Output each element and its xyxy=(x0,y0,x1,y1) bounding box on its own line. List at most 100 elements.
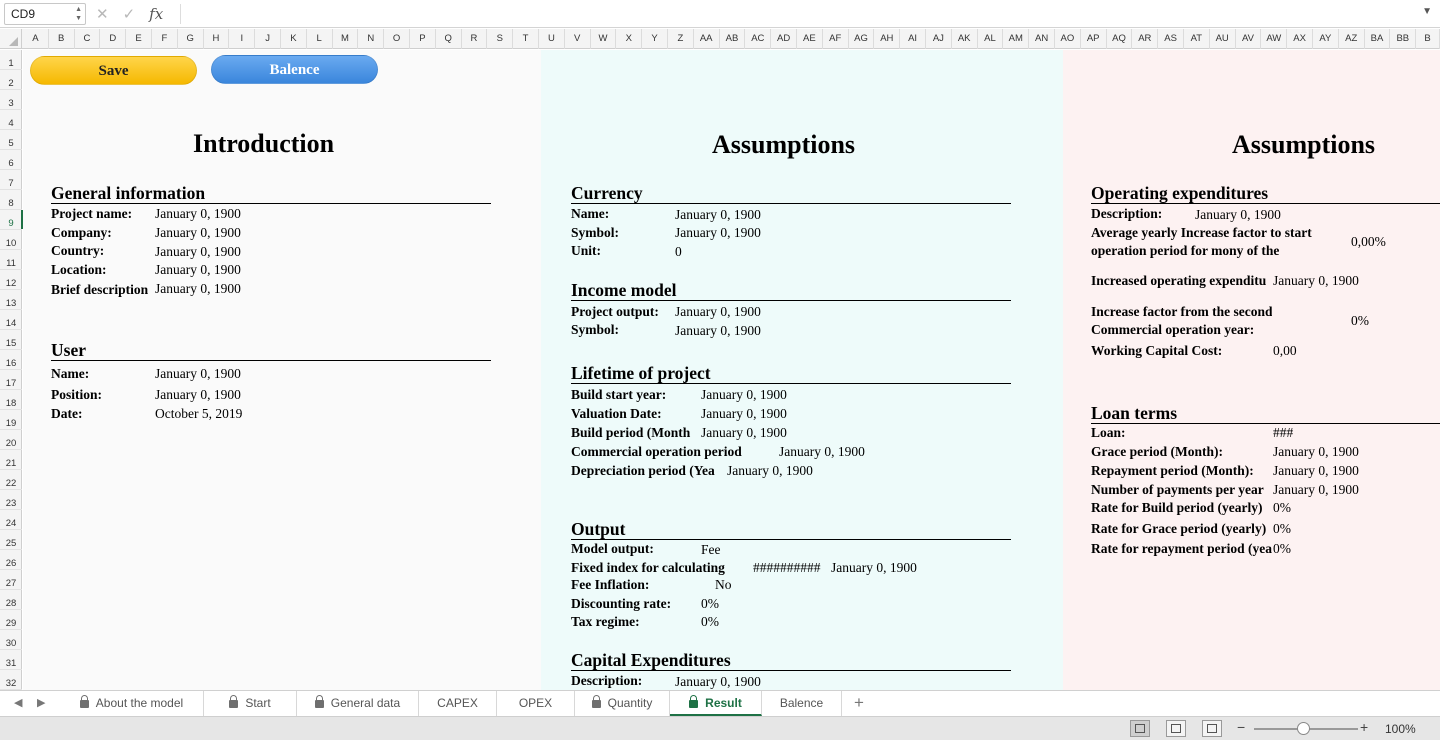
capex-description-value[interactable]: January 0, 1900 xyxy=(675,674,761,690)
sheet-grid[interactable]: Save Balence Introduction General inform… xyxy=(23,50,1440,690)
fixed-index-date[interactable]: January 0, 1900 xyxy=(831,560,917,576)
tab-opex[interactable]: OPEX xyxy=(497,691,575,716)
grace-period-rate-value[interactable]: 0% xyxy=(1273,521,1291,537)
column-header-cell[interactable]: AT xyxy=(1184,29,1210,49)
column-header-cell[interactable]: AB xyxy=(720,29,746,49)
column-header-cell[interactable]: B xyxy=(1416,29,1440,49)
row-header-cell[interactable]: 21 xyxy=(0,450,22,470)
row-header-cell[interactable]: 25 xyxy=(0,530,22,550)
column-header-cell[interactable]: AJ xyxy=(926,29,952,49)
column-header-cell[interactable]: AG xyxy=(849,29,875,49)
user-name-value[interactable]: January 0, 1900 xyxy=(155,366,241,382)
row-header-cell[interactable]: 12 xyxy=(0,270,22,290)
confirm-icon[interactable]: ✓ xyxy=(123,5,136,23)
location-value[interactable]: January 0, 1900 xyxy=(155,262,241,278)
page-layout-view-icon[interactable] xyxy=(1166,720,1186,737)
column-header-cell[interactable]: J xyxy=(255,29,281,49)
row-header-cell[interactable]: 30 xyxy=(0,630,22,650)
column-header-cell[interactable]: AF xyxy=(823,29,849,49)
repayment-period-value[interactable]: January 0, 1900 xyxy=(1273,463,1359,479)
row-header-cell[interactable]: 22 xyxy=(0,470,22,490)
row-header-cell[interactable]: 15 xyxy=(0,330,22,350)
row-header-cell[interactable]: 20 xyxy=(0,430,22,450)
row-header-cell[interactable]: 6 xyxy=(0,150,22,170)
opex-description-value[interactable]: January 0, 1900 xyxy=(1195,207,1281,223)
project-name-value[interactable]: January 0, 1900 xyxy=(155,206,241,222)
column-header-cell[interactable]: AI xyxy=(900,29,926,49)
build-start-year-value[interactable]: January 0, 1900 xyxy=(701,387,787,403)
tax-regime-value[interactable]: 0% xyxy=(701,614,719,630)
zoom-out-icon[interactable]: − xyxy=(1237,719,1245,735)
commercial-operation-period-value[interactable]: January 0, 1900 xyxy=(779,444,865,460)
date-value[interactable]: October 5, 2019 xyxy=(155,406,242,422)
column-header-cell[interactable]: E xyxy=(126,29,152,49)
add-sheet-icon[interactable]: + xyxy=(854,693,864,713)
repayment-period-rate-value[interactable]: 0% xyxy=(1273,541,1291,557)
currency-symbol-value[interactable]: January 0, 1900 xyxy=(675,225,761,241)
position-value[interactable]: January 0, 1900 xyxy=(155,387,241,403)
row-header-cell[interactable]: 28 xyxy=(0,590,22,610)
column-header-cell[interactable]: AN xyxy=(1029,29,1055,49)
column-header-cell[interactable]: D xyxy=(100,29,127,49)
column-header-cell[interactable]: AR xyxy=(1132,29,1159,49)
column-header-cell[interactable]: K xyxy=(281,29,307,49)
column-header-cell[interactable]: Y xyxy=(642,29,668,49)
row-header-cell[interactable]: 19 xyxy=(0,410,22,430)
column-header-cell[interactable]: Z xyxy=(668,29,694,49)
name-box[interactable]: CD9 ▲ ▼ xyxy=(4,3,86,25)
column-header-cell[interactable]: F xyxy=(152,29,178,49)
column-header-cell[interactable]: AM xyxy=(1003,29,1030,49)
brief-description-value[interactable]: January 0, 1900 xyxy=(155,281,241,297)
tab-quantity[interactable]: Quantity xyxy=(575,691,670,716)
column-header-cell[interactable]: P xyxy=(410,29,436,49)
row-header-cell[interactable]: 18 xyxy=(0,390,22,410)
normal-view-icon[interactable] xyxy=(1130,720,1150,737)
column-header-cell[interactable]: AO xyxy=(1055,29,1081,49)
column-header-cell[interactable]: W xyxy=(591,29,617,49)
column-header-cell[interactable]: M xyxy=(333,29,359,49)
row-header-cell[interactable]: 31 xyxy=(0,650,22,670)
row-header-cell[interactable]: 16 xyxy=(0,350,22,370)
column-header-cell[interactable]: O xyxy=(384,29,410,49)
column-header-cell[interactable]: U xyxy=(539,29,565,49)
income-symbol-value[interactable]: January 0, 1900 xyxy=(675,323,761,339)
discounting-rate-value[interactable]: 0% xyxy=(701,596,719,612)
row-header-cell[interactable]: 5 xyxy=(0,130,22,150)
column-header-cell[interactable]: AW xyxy=(1261,29,1288,49)
row-header-cell[interactable]: 27 xyxy=(0,570,22,590)
fixed-index-value[interactable]: ########## xyxy=(753,560,821,576)
row-header-cell[interactable]: 1 xyxy=(0,50,22,70)
page-break-view-icon[interactable] xyxy=(1202,720,1222,737)
build-period-value[interactable]: January 0, 1900 xyxy=(701,425,787,441)
payments-per-year-value[interactable]: January 0, 1900 xyxy=(1273,482,1359,498)
column-header-cell[interactable]: AL xyxy=(978,29,1004,49)
column-header-cell[interactable]: N xyxy=(358,29,385,49)
avg-increase-factor-value[interactable]: 0,00% xyxy=(1351,234,1386,250)
country-value[interactable]: January 0, 1900 xyxy=(155,244,241,260)
zoom-in-icon[interactable]: + xyxy=(1360,719,1368,735)
row-header-cell[interactable]: 9 xyxy=(0,210,23,230)
column-header-cell[interactable]: AX xyxy=(1287,29,1313,49)
column-header-cell[interactable]: V xyxy=(565,29,591,49)
row-header-cell[interactable]: 2 xyxy=(0,70,22,90)
column-header-cell[interactable]: C xyxy=(75,29,101,49)
model-output-value[interactable]: Fee xyxy=(701,542,721,558)
next-sheet-icon[interactable]: ▶ xyxy=(37,696,45,709)
column-header-cell[interactable]: AH xyxy=(874,29,901,49)
zoom-slider-thumb[interactable] xyxy=(1297,722,1310,735)
column-header-cell[interactable]: AK xyxy=(952,29,978,49)
name-box-spinner-icon[interactable]: ▲ ▼ xyxy=(75,5,82,23)
row-header-cell[interactable]: 23 xyxy=(0,490,22,510)
column-header-cell[interactable]: AV xyxy=(1236,29,1262,49)
column-header-cell[interactable]: AD xyxy=(771,29,797,49)
tab-result[interactable]: Result xyxy=(670,691,762,716)
row-header-cell[interactable]: 14 xyxy=(0,310,22,330)
tab-balence[interactable]: Balence xyxy=(762,691,842,716)
tab-start[interactable]: Start xyxy=(204,691,297,716)
column-header-cell[interactable]: AY xyxy=(1313,29,1339,49)
column-header-cell[interactable]: S xyxy=(487,29,514,49)
column-header-cell[interactable]: AC xyxy=(745,29,772,49)
column-header-cell[interactable]: I xyxy=(229,29,256,49)
column-header-cell[interactable]: A xyxy=(23,29,49,49)
fee-inflation-value[interactable]: No xyxy=(715,577,732,593)
